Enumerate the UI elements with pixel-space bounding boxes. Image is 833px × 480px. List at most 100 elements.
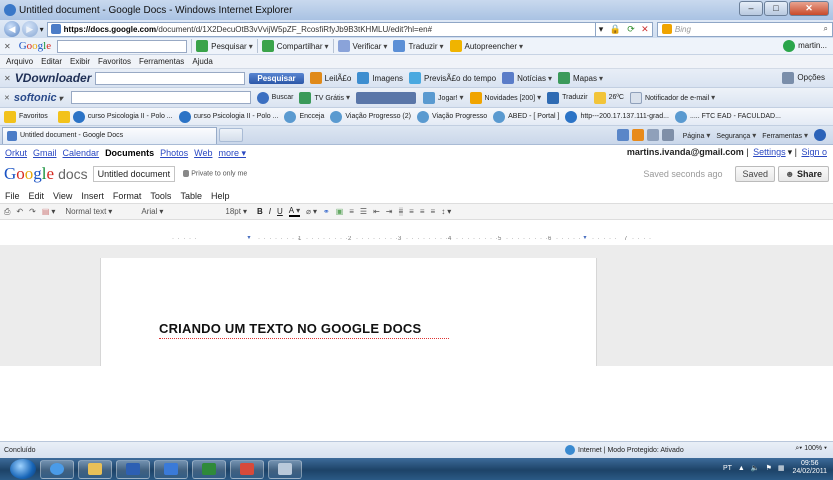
undo-icon[interactable]: ↶: [16, 207, 23, 216]
left-indent-marker[interactable]: ▼: [246, 236, 253, 241]
align-center-icon[interactable]: ≡: [409, 207, 414, 216]
lock-icon[interactable]: 🔒: [610, 24, 621, 35]
tab-untitled-document[interactable]: Untitled document - Google Docs: [2, 126, 217, 144]
photos-link[interactable]: Photos: [160, 148, 188, 158]
pesquisar-button[interactable]: Pesquisar: [211, 42, 253, 51]
image-icon[interactable]: ▣: [336, 207, 344, 216]
dropdown-icon[interactable]: ▾: [599, 24, 604, 35]
toolbar-user[interactable]: martin...: [783, 40, 827, 52]
menu-tools[interactable]: Tools: [150, 191, 171, 201]
minimize-button[interactable]: –: [739, 1, 763, 16]
document-title[interactable]: Untitled document: [92, 166, 176, 182]
share-button[interactable]: ☻ Share: [778, 166, 829, 182]
close-toolbar-icon[interactable]: ✕: [4, 94, 10, 102]
font-size-select[interactable]: 18pt: [221, 206, 251, 217]
home-icon[interactable]: [616, 129, 629, 141]
favorite-item[interactable]: ..... FTC EAD - FACULDAD...: [690, 113, 781, 120]
traduzir-button[interactable]: Traduzir: [408, 42, 443, 51]
compartilhar-button[interactable]: Compartilhar: [277, 42, 329, 51]
ferramentas-menu[interactable]: Ferramentas: [762, 131, 808, 140]
menu-format[interactable]: Format: [113, 191, 142, 201]
web-link[interactable]: Web: [194, 148, 212, 158]
highlight-button[interactable]: ⌀: [306, 207, 317, 216]
imagens-link[interactable]: Imagens: [372, 74, 403, 83]
style-select[interactable]: Normal text: [61, 206, 131, 217]
menu-ferramentas[interactable]: Ferramentas: [139, 57, 184, 66]
network-icon[interactable]: ▦: [778, 464, 785, 472]
help-icon[interactable]: [814, 129, 826, 141]
right-indent-marker[interactable]: ▼: [582, 236, 589, 241]
mapas-link[interactable]: Mapas: [573, 74, 603, 83]
menu-editar[interactable]: Editar: [41, 57, 62, 66]
increase-indent-icon[interactable]: ⇥: [386, 207, 393, 216]
google-search-input[interactable]: [57, 39, 188, 53]
document-page[interactable]: CRIANDO UM TEXTO NO GOOGLE DOCS: [100, 258, 597, 366]
add-favorite-icon[interactable]: [57, 110, 70, 123]
taskbar-excel-icon[interactable]: [192, 459, 226, 479]
volume-icon[interactable]: 🔈: [751, 464, 760, 472]
orkut-link[interactable]: Orkut: [5, 148, 27, 158]
document-body-text[interactable]: CRIANDO UM TEXTO NO GOOGLE DOCS: [159, 321, 421, 336]
flag-icon[interactable]: ⚑: [766, 464, 772, 472]
menu-help[interactable]: Help: [211, 191, 230, 201]
leilao-link[interactable]: LeilÃ£o: [325, 74, 352, 83]
documents-link[interactable]: Documents: [105, 148, 154, 158]
new-tab-icon[interactable]: [219, 128, 243, 142]
sharing-status[interactable]: Private to only me: [183, 170, 247, 178]
align-right-icon[interactable]: ≡: [420, 207, 425, 216]
forward-icon[interactable]: ▶: [21, 21, 38, 37]
tray-arrow-icon[interactable]: ▲: [738, 465, 745, 472]
menu-exibir[interactable]: Exibir: [70, 57, 90, 66]
favorite-item[interactable]: http---200.17.137.111-grad...: [580, 113, 668, 120]
history-dropdown-icon[interactable]: ▾: [40, 25, 44, 34]
novidades-button[interactable]: Novidades [200]: [485, 93, 542, 102]
gmail-link[interactable]: Gmail: [33, 148, 57, 158]
refresh-icon[interactable]: ⟳: [627, 24, 635, 35]
taskbar-word-icon[interactable]: [116, 459, 150, 479]
noticias-link[interactable]: Notícias: [517, 74, 552, 83]
softonic-logo[interactable]: softonic: [14, 92, 63, 104]
numbered-list-icon[interactable]: ≡: [349, 207, 354, 216]
saved-button[interactable]: Saved: [735, 166, 775, 182]
menu-edit[interactable]: Edit: [29, 191, 45, 201]
email-notifier[interactable]: Notificador de e-mail: [645, 93, 715, 102]
clock[interactable]: 09:56 24/02/2011: [792, 460, 827, 476]
buscar-button[interactable]: Buscar: [272, 94, 294, 101]
security-zone[interactable]: Internet | Modo Protegido: Ativado: [565, 445, 684, 455]
mail-icon[interactable]: [646, 129, 659, 141]
settings-link[interactable]: Settings: [753, 147, 786, 157]
softonic-search-input[interactable]: [70, 91, 251, 104]
start-button[interactable]: [10, 459, 36, 479]
zoom-level[interactable]: ⌕▾ 100% ▾: [795, 445, 827, 453]
more-link[interactable]: more ▾: [218, 148, 246, 159]
menu-file[interactable]: File: [5, 191, 20, 201]
link-icon[interactable]: ⚭: [323, 207, 330, 216]
calendar-link[interactable]: Calendar: [63, 148, 100, 158]
tv-gratis-button[interactable]: TV Grátis: [314, 93, 350, 102]
bold-button[interactable]: B: [257, 207, 263, 216]
stop-icon[interactable]: ✕: [641, 24, 649, 35]
traduzir-softonic-button[interactable]: Traduzir: [562, 94, 587, 101]
close-toolbar-icon[interactable]: ✕: [4, 42, 11, 51]
print-icon[interactable]: ⎙: [4, 207, 10, 217]
url-input[interactable]: https://docs.google.com /document/d/1X2D…: [46, 21, 596, 37]
verificar-button[interactable]: Verificar: [353, 42, 388, 51]
vdownloader-search-button[interactable]: Pesquisar: [249, 72, 304, 84]
menu-ajuda[interactable]: Ajuda: [192, 57, 212, 66]
taskbar-media-icon[interactable]: [154, 459, 188, 479]
menu-insert[interactable]: Insert: [81, 191, 104, 201]
menu-arquivo[interactable]: Arquivo: [6, 57, 33, 66]
menu-favoritos[interactable]: Favoritos: [98, 57, 131, 66]
redo-icon[interactable]: ↷: [29, 207, 36, 216]
seguranca-menu[interactable]: Segurança: [716, 131, 756, 140]
paint-format-icon[interactable]: ▤: [42, 207, 56, 216]
search-input[interactable]: Bing ⌕: [656, 21, 833, 37]
language-indicator[interactable]: PT: [723, 465, 732, 472]
underline-button[interactable]: U: [277, 207, 283, 216]
signout-link[interactable]: Sign o: [801, 147, 827, 157]
favorite-item[interactable]: ABED - [ Portal ]: [508, 113, 559, 120]
vdownloader-search-input[interactable]: [95, 71, 246, 85]
bulleted-list-icon[interactable]: ☰: [360, 207, 367, 216]
favorite-item[interactable]: curso Psicologia II - Polo ...: [88, 113, 173, 120]
print-icon[interactable]: [661, 129, 674, 141]
